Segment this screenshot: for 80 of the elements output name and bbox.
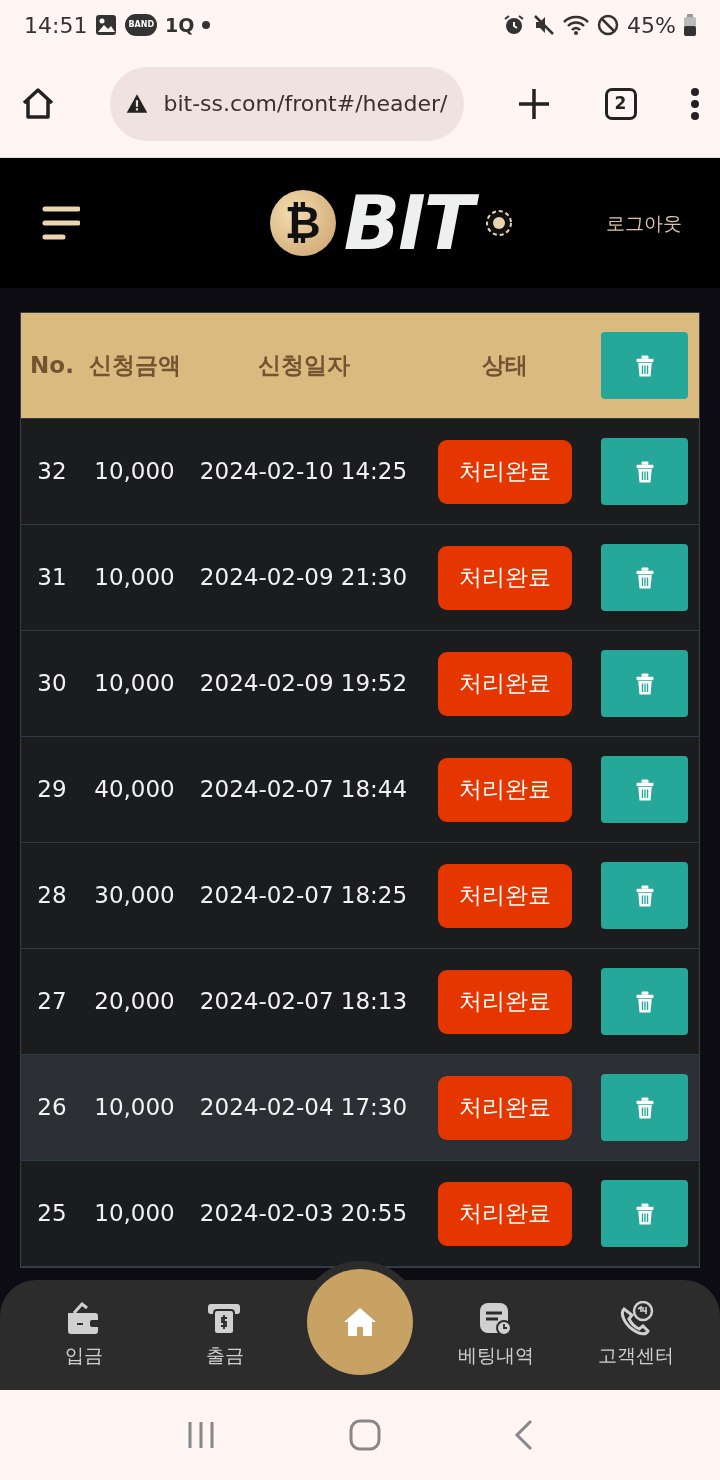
table-cell-text: 26 xyxy=(36,1093,68,1123)
phone-icon xyxy=(618,1300,654,1337)
delete-button[interactable] xyxy=(601,1180,688,1247)
status-badge: 처리완료 xyxy=(437,863,572,928)
column-header: No. xyxy=(29,351,75,381)
table-cell-text: 30,000 xyxy=(93,881,176,911)
status-badge: 처리완료 xyxy=(437,1181,572,1246)
delete-button[interactable] xyxy=(601,1074,688,1141)
status-badge: 처리완료 xyxy=(437,969,572,1034)
table-cell-text: 32 xyxy=(36,457,68,487)
table-cell-text: 2024-02-07 18:13 xyxy=(198,987,409,1017)
table-cell-text: 2024-02-09 19:52 xyxy=(198,669,409,699)
status-badge: 처리완료 xyxy=(437,439,572,504)
plus-icon xyxy=(517,86,551,121)
blocked-icon xyxy=(597,14,620,36)
home-icon xyxy=(342,1306,378,1338)
battery-icon xyxy=(684,14,696,36)
table-cell-text: 2024-02-10 14:25 xyxy=(198,457,409,487)
address-bar[interactable]: bit-ss.com/front#/header/ xyxy=(109,66,464,141)
status-badge: 처리완료 xyxy=(437,545,572,610)
table-cell-text: 2024-02-04 17:30 xyxy=(198,1093,409,1123)
more-icon xyxy=(690,86,700,121)
new-tab-button[interactable] xyxy=(517,86,551,121)
delete-button[interactable] xyxy=(601,544,688,611)
table-cell-text: 10,000 xyxy=(93,563,176,593)
menu-button[interactable] xyxy=(42,206,80,240)
table-cell-text: 25 xyxy=(36,1199,68,1229)
nav-tab[interactable]: 출금 xyxy=(164,1300,285,1370)
table-cell-text: 29 xyxy=(36,775,68,805)
menu-button[interactable] xyxy=(690,86,700,121)
logo-coin: ₿ xyxy=(269,190,336,256)
nav-tab[interactable]: 고객센터 xyxy=(576,1300,696,1370)
table-cell-text: 40,000 xyxy=(93,775,176,805)
home-button[interactable] xyxy=(20,85,56,122)
alarm-icon xyxy=(503,14,526,36)
chip-icon xyxy=(486,210,513,236)
logout-link[interactable]: 로그아웃 xyxy=(606,208,682,238)
delete-button[interactable] xyxy=(601,968,688,1035)
dot-icon xyxy=(202,21,211,29)
status-badge: 처리완료 xyxy=(437,757,572,822)
mute-icon xyxy=(533,14,556,36)
delete-button[interactable] xyxy=(601,438,688,505)
tabs-button[interactable]: 2 xyxy=(604,87,637,120)
column-header: 신청일자 xyxy=(256,351,351,381)
notification-icon: BAND xyxy=(125,14,158,36)
table-cell-text: 2024-02-07 18:25 xyxy=(198,881,409,911)
delete-button[interactable] xyxy=(601,862,688,929)
home-icon[interactable] xyxy=(349,1419,381,1451)
status-badge: 처리완료 xyxy=(437,1075,572,1140)
menu-icon xyxy=(42,206,80,240)
status-time: 14:51 xyxy=(24,11,88,40)
delete-button[interactable] xyxy=(601,756,688,823)
delete-button[interactable] xyxy=(601,650,688,717)
column-header: 상태 xyxy=(480,351,529,381)
recents-icon[interactable] xyxy=(186,1420,217,1450)
column-header: 신청금액 xyxy=(87,351,182,381)
home-icon xyxy=(20,85,56,122)
table-cell-text: 2024-02-03 20:55 xyxy=(198,1199,409,1229)
table-cell-text: 10,000 xyxy=(93,1093,176,1123)
table-cell-text: 27 xyxy=(36,987,68,1017)
table-cell-text: 10,000 xyxy=(93,1199,176,1229)
nav-tab[interactable]: 입금 xyxy=(24,1300,144,1370)
table-cell-text: 20,000 xyxy=(93,987,176,1017)
wifi-icon xyxy=(563,14,590,36)
table-cell-text: 2024-02-07 18:44 xyxy=(198,775,409,805)
table-cell-text: 30 xyxy=(36,669,68,699)
back-icon[interactable] xyxy=(513,1419,534,1451)
notification-icon: 1Q xyxy=(165,10,195,40)
delete-all-button[interactable] xyxy=(601,332,688,399)
table-cell-text: 31 xyxy=(36,563,68,593)
nav-tab[interactable]: 베팅내역 xyxy=(435,1300,556,1370)
table-cell-text: 28 xyxy=(36,881,68,911)
table-cell-text: 10,000 xyxy=(93,457,176,487)
logo-text: BIT xyxy=(339,178,483,268)
table-cell-text: 2024-02-09 21:30 xyxy=(198,563,409,593)
table-cell-text: 10,000 xyxy=(93,669,176,699)
status-badge: 처리완료 xyxy=(437,651,572,716)
image-icon xyxy=(95,14,118,36)
battery-level: 45% xyxy=(627,11,676,40)
url-text: bit-ss.com/front#/header/ xyxy=(163,90,448,118)
